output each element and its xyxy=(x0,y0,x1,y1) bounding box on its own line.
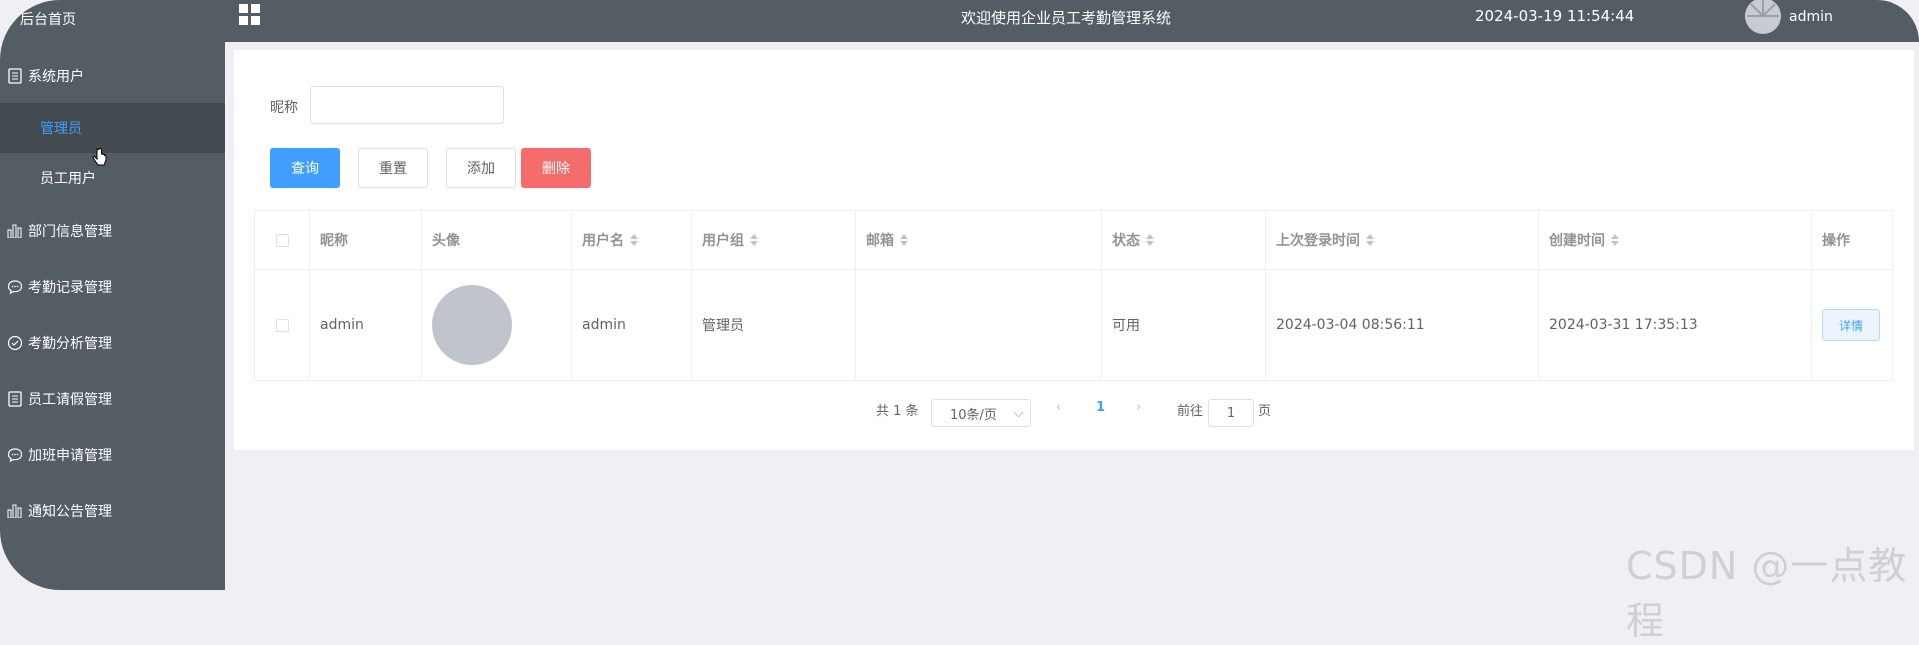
header-username[interactable]: admin xyxy=(1789,9,1833,25)
sidebar-item-label: 考勤记录管理 xyxy=(28,280,112,296)
chat-icon xyxy=(6,278,24,296)
sidebar-item-label: 考勤分析管理 xyxy=(28,336,112,352)
sidebar-item-label: 加班申请管理 xyxy=(28,448,112,464)
nickname-search-input[interactable] xyxy=(310,86,504,124)
sort-icon[interactable] xyxy=(1366,234,1374,246)
column-header[interactable]: 用户名 xyxy=(572,211,692,269)
table-row: admin admin 管理员 可用 2024-03-04 08:56:11 2… xyxy=(255,269,1892,381)
sidebar-item-attendance-analysis[interactable]: 考勤分析管理 xyxy=(0,323,225,363)
column-header[interactable]: 上次登录时间 xyxy=(1266,211,1539,269)
sidebar-item-label: 员工用户 xyxy=(40,171,96,187)
cell-actions: 详情 xyxy=(1812,269,1892,381)
sidebar-item-employee-users[interactable]: 员工用户 xyxy=(0,158,225,198)
cell-last-login: 2024-03-04 08:56:11 xyxy=(1266,269,1539,381)
row-select-cell xyxy=(255,269,310,381)
check-circle-icon xyxy=(6,334,24,352)
column-header: 昵称 xyxy=(310,211,422,269)
sidebar-item-overtime[interactable]: 加班申请管理 xyxy=(0,435,225,475)
column-header[interactable]: 用户组 xyxy=(692,211,856,269)
pagination-total: 共 1 条 xyxy=(876,404,919,419)
cell-avatar xyxy=(422,269,572,381)
hand-cursor-icon xyxy=(92,148,108,174)
chat-icon xyxy=(6,446,24,464)
cell-group: 管理员 xyxy=(692,269,856,381)
sidebar-item-label: 通知公告管理 xyxy=(28,504,112,520)
top-header: 欢迎使用企业员工考勤管理系统 2024-03-19 11:54:44 admin xyxy=(225,0,1919,42)
bar-chart-icon xyxy=(6,222,24,240)
sort-icon[interactable] xyxy=(750,234,758,246)
page-size-select[interactable]: 10条/页 xyxy=(931,399,1031,427)
chevron-right-icon[interactable]: › xyxy=(1136,400,1141,415)
doc-icon xyxy=(6,390,24,408)
table-header-row: 昵称 头像 用户名 用户组 邮箱 状态 上次登录时间 创建时间 操作 xyxy=(255,211,1892,270)
sidebar-item-notice[interactable]: 通知公告管理 xyxy=(0,491,225,531)
watermark: CSDN @一点教程 xyxy=(1626,544,1908,643)
cell-username: admin xyxy=(572,269,692,381)
select-all-cell xyxy=(255,211,310,269)
grid-menu-icon[interactable] xyxy=(239,4,261,26)
sidebar-item-label: 后台首页 xyxy=(20,12,76,28)
bar-chart-icon xyxy=(6,502,24,520)
sidebar-item-home[interactable]: 后台首页 xyxy=(0,0,225,38)
column-header: 操作 xyxy=(1822,233,1850,249)
goto-label: 前往 xyxy=(1177,404,1204,419)
search-label: 昵称 xyxy=(270,100,298,116)
sidebar-item-label: 员工请假管理 xyxy=(28,392,112,408)
column-header[interactable]: 创建时间 xyxy=(1539,211,1812,269)
sidebar-item-leave[interactable]: 员工请假管理 xyxy=(0,379,225,419)
cell-created: 2024-03-31 17:35:13 xyxy=(1539,269,1812,381)
cell-email xyxy=(856,269,1102,381)
column-header[interactable]: 状态 xyxy=(1102,211,1266,269)
page-number[interactable]: 1 xyxy=(1096,400,1105,415)
row-checkbox[interactable] xyxy=(275,318,289,332)
doc-icon xyxy=(6,67,24,85)
cell-nickname: admin xyxy=(310,269,422,381)
users-table: 昵称 头像 用户名 用户组 邮箱 状态 上次登录时间 创建时间 操作 admin… xyxy=(254,210,1893,381)
sort-icon[interactable] xyxy=(1611,234,1619,246)
sidebar-item-label: 部门信息管理 xyxy=(28,224,112,240)
sidebar: 后台首页 系统用户 管理员 员工用户 部门信息管理 考勤记录管理 考勤分析管理 xyxy=(0,0,225,590)
sidebar-item-attendance-records[interactable]: 考勤记录管理 xyxy=(0,267,225,307)
delete-button[interactable]: 删除 xyxy=(521,148,591,188)
select-all-checkbox[interactable] xyxy=(275,233,289,247)
detail-button[interactable]: 详情 xyxy=(1822,309,1880,341)
sort-icon[interactable] xyxy=(900,234,908,246)
chevron-down-icon xyxy=(1013,407,1024,418)
avatar[interactable] xyxy=(1745,0,1781,34)
sidebar-item-label: 管理员 xyxy=(40,121,82,137)
chevron-left-icon[interactable]: ‹ xyxy=(1056,400,1061,415)
sidebar-item-system-users[interactable]: 系统用户 xyxy=(0,56,225,96)
sidebar-item-label: 系统用户 xyxy=(28,69,84,85)
page-title: 欢迎使用企业员工考勤管理系统 xyxy=(961,9,1172,27)
cell-status: 可用 xyxy=(1102,269,1266,381)
query-button[interactable]: 查询 xyxy=(270,148,340,188)
column-header: 头像 xyxy=(422,211,572,269)
add-button[interactable]: 添加 xyxy=(446,148,516,188)
sidebar-item-admin[interactable]: 管理员 xyxy=(0,103,225,153)
goto-page-input[interactable]: 1 xyxy=(1208,399,1254,427)
column-header[interactable]: 邮箱 xyxy=(856,211,1102,269)
reset-button[interactable]: 重置 xyxy=(358,148,428,188)
page-suffix: 页 xyxy=(1258,404,1272,419)
sidebar-item-department[interactable]: 部门信息管理 xyxy=(0,211,225,251)
datetime: 2024-03-19 11:54:44 xyxy=(1475,7,1635,25)
avatar xyxy=(432,285,512,365)
sort-icon[interactable] xyxy=(1146,234,1154,246)
sort-icon[interactable] xyxy=(630,234,638,246)
